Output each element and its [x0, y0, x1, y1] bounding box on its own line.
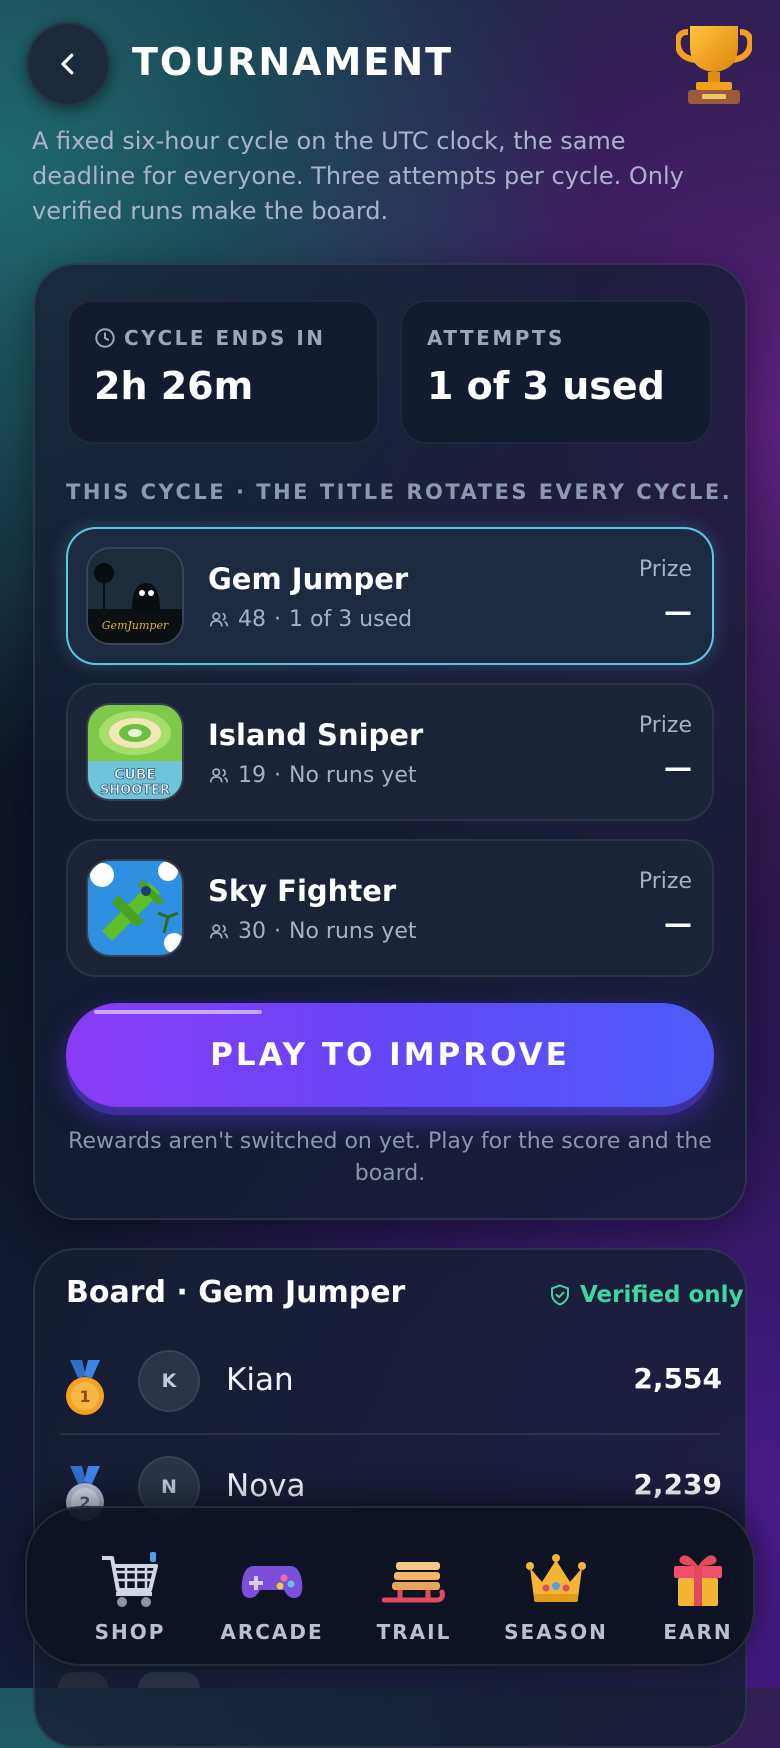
rewards-note: Rewards aren't switched on yet. Play for…: [68, 1129, 712, 1186]
leaderboard-row[interactable]: 1 K Kian 2,554: [60, 1350, 730, 1450]
back-button[interactable]: [26, 22, 110, 106]
rank-number: 1: [79, 1387, 90, 1406]
player-count: 30: [238, 919, 266, 944]
gift-icon: [674, 1555, 722, 1606]
prize-value: —: [664, 907, 692, 940]
nav-item-shop[interactable]: SHOP: [65, 1506, 195, 1666]
meta-separator: ·: [274, 919, 281, 944]
bottom-nav: SHOP ARCADE TRAIL SEASON EARN: [25, 1506, 755, 1666]
attempts-stat: ATTEMPTS 1 of 3 used: [400, 300, 712, 444]
crown-icon: [526, 1554, 586, 1602]
game-thumbnail: [88, 861, 182, 955]
nav-label: SEASON: [504, 1620, 608, 1644]
button-shine: [94, 1010, 262, 1014]
nav-item-earn[interactable]: EARN: [633, 1506, 763, 1666]
row-divider: [60, 1433, 720, 1435]
prize-value: —: [664, 751, 692, 784]
players-icon: [209, 923, 229, 938]
nav-item-season[interactable]: SEASON: [491, 1506, 621, 1666]
game-row-island-sniper[interactable]: CUBE SHOOTER Island Sniper 19 · No runs …: [66, 683, 714, 821]
play-to-improve-button[interactable]: PLAY TO IMPROVE: [66, 1003, 714, 1107]
game-thumbnail: GemJumper: [88, 549, 182, 643]
cycle-ends-label: CYCLE ENDS IN: [124, 326, 326, 350]
verified-label: Verified only: [580, 1282, 744, 1308]
chevron-left-icon: [61, 53, 74, 75]
attempts-label: ATTEMPTS: [427, 326, 565, 350]
prize-label: Prize: [638, 557, 692, 582]
avatar: K: [138, 1350, 200, 1412]
game-name: Sky Fighter: [208, 874, 397, 908]
players-icon: [209, 611, 229, 626]
shopping-cart-icon: [102, 1552, 158, 1607]
attempts-value: 1 of 3 used: [427, 364, 665, 408]
board-title: Board · Gem Jumper: [66, 1275, 406, 1310]
nav-label: EARN: [663, 1620, 733, 1644]
sled-icon: [382, 1562, 445, 1603]
thumb-title-line2: SHOOTER: [100, 783, 170, 798]
player-score: 2,554: [633, 1362, 722, 1395]
prize-label: Prize: [638, 713, 692, 738]
run-status: No runs yet: [289, 763, 417, 788]
nav-label: SHOP: [94, 1620, 166, 1644]
gamepad-icon: [241, 1566, 303, 1598]
cycle-ends-value: 2h 26m: [94, 364, 254, 408]
nav-label: ARCADE: [220, 1620, 324, 1644]
meta-separator: ·: [274, 607, 281, 632]
player-score: 2,239: [633, 1468, 722, 1501]
meta-separator: ·: [274, 763, 281, 788]
nav-item-arcade[interactable]: ARCADE: [207, 1506, 337, 1666]
game-meta: 48 · 1 of 3 used: [208, 607, 412, 632]
game-thumbnail: CUBE SHOOTER: [88, 705, 182, 799]
nav-label: TRAIL: [376, 1620, 452, 1644]
nav-item-trail[interactable]: TRAIL: [349, 1506, 479, 1666]
player-count: 19: [238, 763, 266, 788]
thumb-title: GemJumper: [102, 619, 169, 632]
cycle-section-label: THIS CYCLE · THE TITLE ROTATES EVERY CYC…: [66, 480, 733, 504]
prize-value: —: [664, 595, 692, 628]
intro-text: A fixed six-hour cycle on the UTC clock,…: [32, 127, 684, 225]
game-meta: 30 · No runs yet: [208, 919, 416, 944]
gold-medal-icon: 1: [60, 1360, 110, 1420]
players-icon: [209, 767, 229, 782]
page-title: TOURNAMENT: [132, 40, 454, 84]
shield-check-icon: [551, 1284, 569, 1306]
cycle-ends-stat: CYCLE ENDS IN 2h 26m: [67, 300, 379, 444]
cycle-ends-label-row: CYCLE ENDS IN: [94, 326, 326, 350]
leaderboard-row-partial: [50, 1672, 730, 1688]
player-count: 48: [238, 607, 266, 632]
game-name: Island Sniper: [208, 718, 424, 752]
run-status: 1 of 3 used: [289, 607, 413, 632]
player-name: Nova: [226, 1468, 306, 1504]
thumb-title-line1: CUBE: [114, 767, 156, 783]
game-row-sky-fighter[interactable]: Sky Fighter 30 · No runs yet Prize —: [66, 839, 714, 977]
game-row-gem-jumper[interactable]: GemJumper Gem Jumper 48 · 1 of 3 used Pr…: [66, 527, 714, 665]
player-name: Kian: [226, 1362, 294, 1398]
verified-badge: Verified only: [548, 1282, 744, 1308]
run-status: No runs yet: [289, 919, 417, 944]
game-meta: 19 · No runs yet: [208, 763, 416, 788]
prize-label: Prize: [638, 869, 692, 894]
clock-icon: [95, 328, 115, 348]
trophy-icon: [674, 22, 754, 106]
game-name: Gem Jumper: [208, 562, 409, 596]
